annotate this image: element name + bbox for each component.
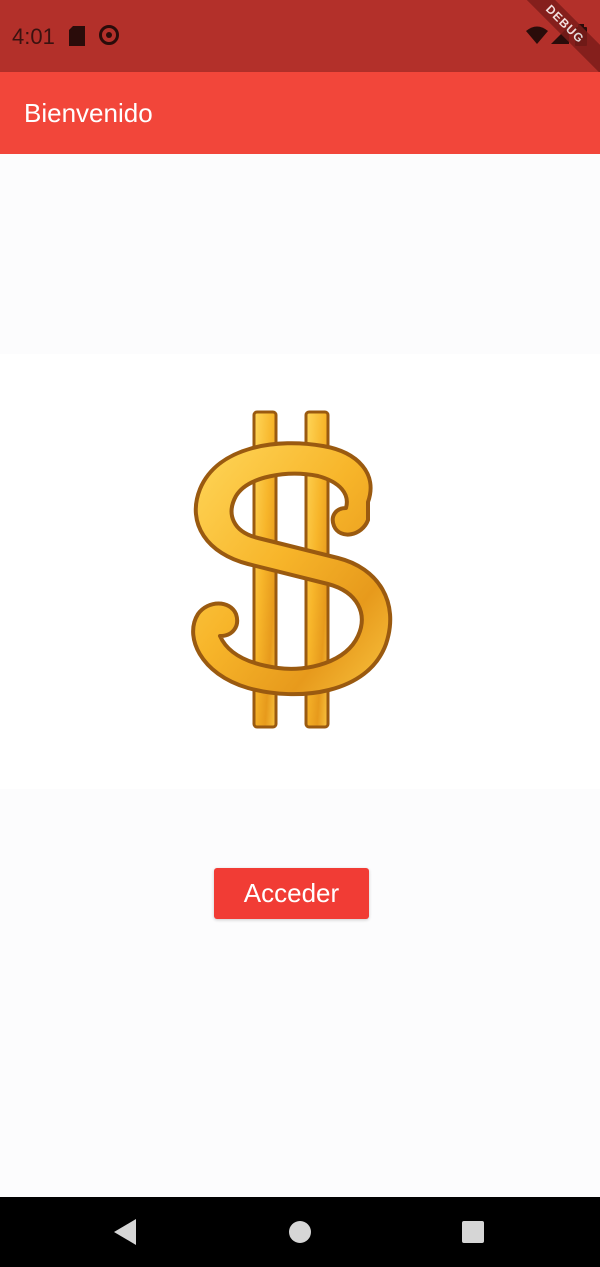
sd-card-icon — [69, 26, 85, 46]
system-nav-bar — [0, 1197, 600, 1267]
main-content: Acceder — [0, 154, 600, 1197]
page-title: Bienvenido — [24, 98, 153, 128]
app-bar: Bienvenido — [0, 72, 600, 154]
home-icon[interactable] — [288, 1220, 312, 1244]
recents-icon[interactable] — [462, 1221, 484, 1243]
status-time: 4:01 — [12, 24, 55, 49]
status-bar: 4:01 DEBUG — [0, 0, 600, 85]
back-icon[interactable] — [114, 1219, 136, 1245]
access-button[interactable]: Acceder — [214, 868, 369, 919]
wifi-icon — [526, 26, 548, 44]
dollar-sign-icon — [191, 410, 393, 729]
sync-icon — [99, 25, 119, 45]
